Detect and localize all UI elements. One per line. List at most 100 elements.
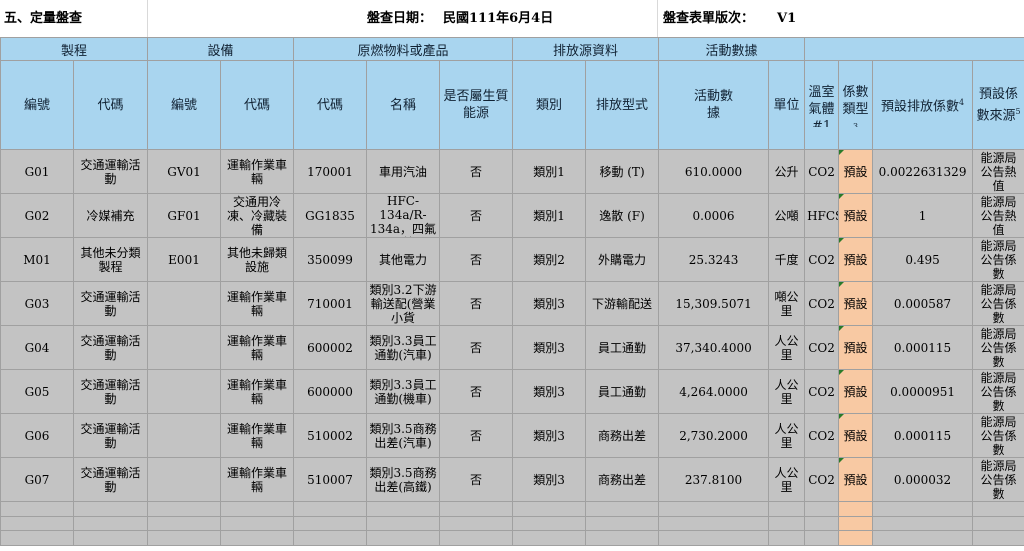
empty-cell[interactable] <box>72 501 149 517</box>
empty-cell[interactable] <box>838 530 874 546</box>
cell-process-id[interactable]: G05 <box>0 369 74 414</box>
cell-material-name[interactable]: HFC-134a/R-134a，四氟乙烷 <box>366 193 441 238</box>
empty-cell[interactable] <box>658 530 770 546</box>
cell-coefficient-type[interactable]: 預設 <box>838 325 874 370</box>
cell-coefficient-type[interactable]: 預設 <box>838 237 874 282</box>
cell-material-name[interactable]: 車用汽油 <box>366 149 441 194</box>
cell-process-code[interactable]: 交通運輸活動 <box>72 281 149 326</box>
cell-process-code[interactable]: 冷媒補充 <box>72 193 149 238</box>
empty-cell[interactable] <box>0 530 74 546</box>
cell-emission-type[interactable]: 員工通勤 <box>585 369 660 414</box>
cell-equipment-id[interactable]: E001 <box>147 237 222 282</box>
cell-category[interactable]: 類別3 <box>512 369 587 414</box>
empty-cell[interactable] <box>366 501 441 517</box>
cell-category[interactable]: 類別1 <box>512 193 587 238</box>
cell-coefficient-type[interactable]: 預設 <box>838 369 874 414</box>
cell-material-code[interactable]: 350099 <box>293 237 368 282</box>
empty-cell[interactable] <box>768 516 806 531</box>
cell-material-code[interactable]: 170001 <box>293 149 368 194</box>
cell-activity-value[interactable]: 237.8100 <box>658 457 770 502</box>
cell-equipment-code[interactable]: 運輸作業車輛 <box>220 413 295 458</box>
cell-activity-value[interactable]: 25.3243 <box>658 237 770 282</box>
cell-equipment-code[interactable]: 運輸作業車輛 <box>220 149 295 194</box>
cell-material-code[interactable]: GG1835 <box>293 193 368 238</box>
cell-process-id[interactable]: G07 <box>0 457 74 502</box>
cell-equipment-id[interactable] <box>147 369 222 414</box>
cell-process-id[interactable]: M01 <box>0 237 74 282</box>
empty-cell[interactable] <box>72 530 149 546</box>
cell-equipment-code[interactable]: 運輸作業車輛 <box>220 325 295 370</box>
empty-cell[interactable] <box>972 501 1024 517</box>
empty-cell[interactable] <box>366 516 441 531</box>
empty-cell[interactable] <box>872 530 974 546</box>
empty-cell[interactable] <box>220 530 295 546</box>
cell-equipment-id[interactable] <box>147 413 222 458</box>
cell-equipment-id[interactable] <box>147 325 222 370</box>
cell-unit[interactable]: 人公里 <box>768 413 806 458</box>
cell-process-id[interactable]: G06 <box>0 413 74 458</box>
cell-coefficient-source[interactable]: 能源局公告熱值 <box>972 149 1024 194</box>
cell-biomass-flag[interactable]: 否 <box>439 237 514 282</box>
cell-process-code[interactable]: 交通運輸活動 <box>72 149 149 194</box>
empty-cell[interactable] <box>439 516 514 531</box>
empty-cell[interactable] <box>972 516 1024 531</box>
cell-coefficient-source[interactable]: 能源局公告係數 <box>972 281 1024 326</box>
cell-activity-value[interactable]: 2,730.2000 <box>658 413 770 458</box>
cell-emission-factor[interactable]: 1 <box>872 193 974 238</box>
empty-cell[interactable] <box>293 516 368 531</box>
cell-activity-value[interactable]: 15,309.5071 <box>658 281 770 326</box>
empty-cell[interactable] <box>804 530 840 546</box>
cell-coefficient-source[interactable]: 能源局公告熱值 <box>972 193 1024 238</box>
empty-cell[interactable] <box>585 501 660 517</box>
cell-coefficient-type[interactable]: 預設 <box>838 457 874 502</box>
cell-coefficient-source[interactable]: 能源局公告係數 <box>972 325 1024 370</box>
empty-cell[interactable] <box>768 530 806 546</box>
cell-coefficient-type[interactable]: 預設 <box>838 281 874 326</box>
empty-cell[interactable] <box>439 501 514 517</box>
cell-emission-factor[interactable]: 0.000115 <box>872 413 974 458</box>
cell-material-name[interactable]: 類別3.5商務出差(汽車) <box>366 413 441 458</box>
cell-material-code[interactable]: 600000 <box>293 369 368 414</box>
cell-emission-type[interactable]: 下游輸配送 <box>585 281 660 326</box>
empty-cell[interactable] <box>804 516 840 531</box>
cell-unit[interactable]: 人公里 <box>768 457 806 502</box>
empty-cell[interactable] <box>220 516 295 531</box>
cell-material-code[interactable]: 710001 <box>293 281 368 326</box>
cell-ghg[interactable]: HFCS <box>804 193 840 238</box>
cell-coefficient-source[interactable]: 能源局公告係數 <box>972 237 1024 282</box>
cell-category[interactable]: 類別3 <box>512 281 587 326</box>
cell-process-id[interactable]: G01 <box>0 149 74 194</box>
cell-unit[interactable]: 噸公里 <box>768 281 806 326</box>
cell-process-id[interactable]: G04 <box>0 325 74 370</box>
empty-cell[interactable] <box>147 530 222 546</box>
empty-cell[interactable] <box>0 501 74 517</box>
cell-material-code[interactable]: 600002 <box>293 325 368 370</box>
cell-ghg[interactable]: CO2 <box>804 369 840 414</box>
cell-ghg[interactable]: CO2 <box>804 325 840 370</box>
empty-cell[interactable] <box>72 516 149 531</box>
cell-material-name[interactable]: 類別3.2下游輸送配(營業小貨 <box>366 281 441 326</box>
empty-cell[interactable] <box>512 501 587 517</box>
cell-material-code[interactable]: 510002 <box>293 413 368 458</box>
cell-equipment-code[interactable]: 交通用冷凍、冷藏裝備 <box>220 193 295 238</box>
cell-emission-factor[interactable]: 0.000587 <box>872 281 974 326</box>
cell-activity-value[interactable]: 4,264.0000 <box>658 369 770 414</box>
cell-category[interactable]: 類別3 <box>512 457 587 502</box>
cell-unit[interactable]: 公噸 <box>768 193 806 238</box>
cell-material-name[interactable]: 其他電力 <box>366 237 441 282</box>
cell-emission-type[interactable]: 逸散 (F) <box>585 193 660 238</box>
cell-process-id[interactable]: G02 <box>0 193 74 238</box>
cell-equipment-id[interactable] <box>147 457 222 502</box>
empty-cell[interactable] <box>0 516 74 531</box>
cell-ghg[interactable]: CO2 <box>804 281 840 326</box>
cell-unit[interactable]: 人公里 <box>768 369 806 414</box>
cell-unit[interactable]: 人公里 <box>768 325 806 370</box>
cell-ghg[interactable]: CO2 <box>804 237 840 282</box>
cell-material-name[interactable]: 類別3.3員工通勤(汽車) <box>366 325 441 370</box>
cell-equipment-id[interactable]: GF01 <box>147 193 222 238</box>
cell-process-code[interactable]: 交通運輸活動 <box>72 413 149 458</box>
empty-cell[interactable] <box>972 530 1024 546</box>
cell-coefficient-source[interactable]: 能源局公告係數 <box>972 457 1024 502</box>
cell-category[interactable]: 類別3 <box>512 413 587 458</box>
empty-cell[interactable] <box>439 530 514 546</box>
